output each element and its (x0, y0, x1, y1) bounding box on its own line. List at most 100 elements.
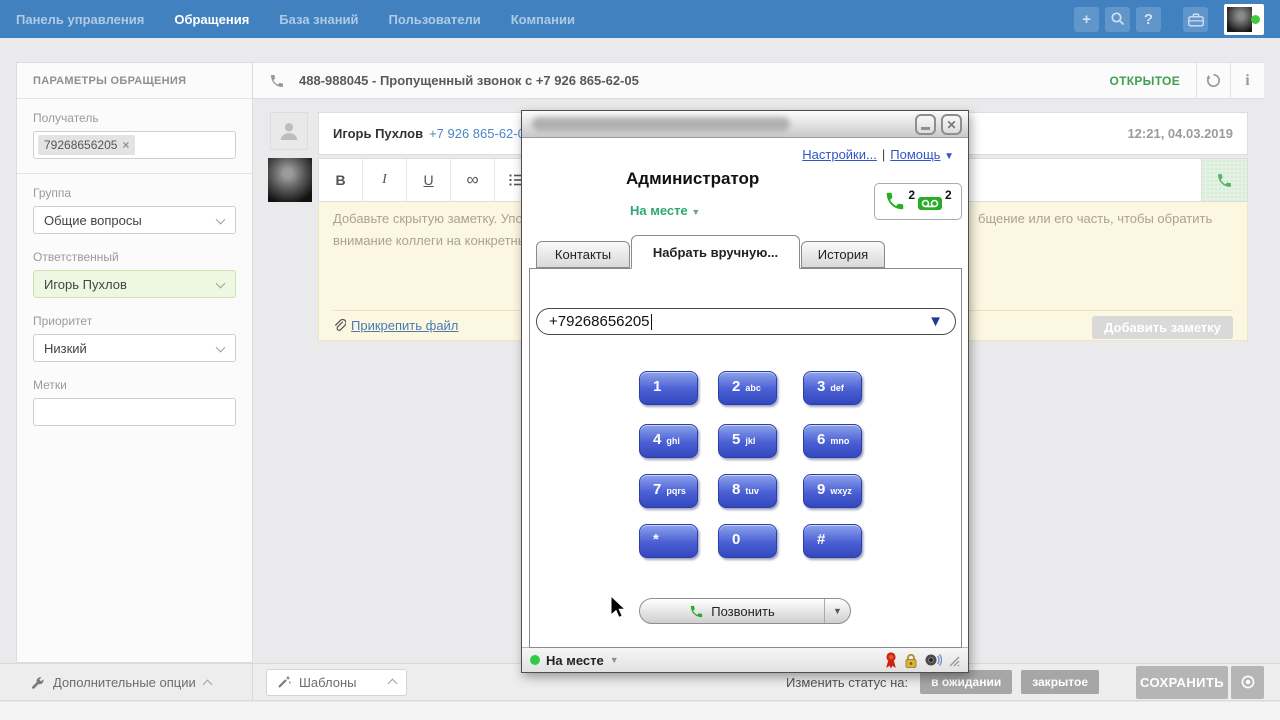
author-phone-link[interactable]: +7 926 865-62-05 (429, 126, 532, 141)
sidebar-title: ПАРАМЕТРЫ ОБРАЩЕНИЯ (17, 63, 252, 99)
dialpad-key-3[interactable]: 3 def (803, 371, 862, 405)
voicemail-icon (918, 197, 942, 210)
person-icon (280, 123, 298, 140)
softphone-titlebar[interactable]: ✕ (522, 111, 968, 138)
search-icon[interactable] (1105, 6, 1130, 32)
voicemail-count: 2 (945, 188, 952, 202)
nav-item-tickets[interactable]: Обращения (174, 12, 249, 27)
user-avatar[interactable] (1224, 3, 1264, 35)
add-note-button[interactable]: Добавить заметку (1092, 316, 1233, 339)
softphone-links: Настройки... | Помощь ▼ (802, 147, 954, 162)
dial-history-dropdown-icon[interactable]: ▼ (928, 313, 943, 330)
softphone-user-name: Администратор (626, 169, 760, 188)
change-status-label: Изменить статус на: (786, 674, 909, 690)
top-navbar: Панель управления Обращения База знаний … (0, 0, 1280, 38)
group-label: Группа (33, 186, 72, 200)
note-placeholder: Добавьте скрытую заметку. Упом (333, 211, 532, 226)
call-counters[interactable]: 2 2 (874, 183, 962, 220)
link-icon[interactable]: ∞ (451, 159, 495, 201)
app-window: Панель управления Обращения База знаний … (0, 0, 1280, 720)
paperclip-icon (334, 318, 346, 331)
ticket-header-actions: ОТКРЫТОЕ i (1109, 63, 1264, 98)
remove-tag-icon[interactable]: × (122, 138, 129, 152)
dialpad-key-hash[interactable]: # (803, 524, 862, 558)
dialpad-key-5[interactable]: 5 jkl (718, 424, 777, 458)
dialpad-key-star[interactable]: * (639, 524, 698, 558)
tags-input[interactable] (33, 398, 236, 426)
dialpad-key-6[interactable]: 6 mno (803, 424, 862, 458)
dialpad-key-9[interactable]: 9 wxyz (803, 474, 862, 508)
history-icon[interactable] (1196, 63, 1230, 98)
minimize-button[interactable] (915, 114, 936, 135)
help-link[interactable]: Помощь (890, 147, 940, 162)
statusbar-presence[interactable]: На месте (546, 653, 604, 668)
contact-avatar-placeholder (270, 112, 308, 150)
more-options-label: Дополнительные опции (53, 674, 196, 690)
call-button-main[interactable]: Позвонить (640, 604, 824, 619)
attach-file-link[interactable]: Прикрепить файл (333, 318, 458, 333)
info-icon[interactable]: i (1230, 63, 1264, 98)
tab-history[interactable]: История (801, 241, 885, 268)
chevron-down-icon (215, 214, 226, 225)
chevron-down-icon[interactable]: ▼ (944, 151, 954, 162)
divider: | (881, 147, 886, 162)
bold-button[interactable]: B (319, 159, 363, 201)
nav-item-users[interactable]: Пользователи (389, 12, 481, 27)
nav-item-dashboard[interactable]: Панель управления (16, 12, 144, 27)
ticket-header: 488-988045 - Пропущенный звонок с +7 926… (253, 62, 1264, 99)
chevron-down-icon: ▼ (691, 207, 701, 217)
speaker-icon[interactable] (924, 652, 942, 669)
text-caret (650, 313, 653, 330)
ticket-title: 488-988045 - Пропущенный звонок с +7 926… (299, 73, 639, 88)
lock-icon[interactable] (903, 652, 919, 669)
priority-select[interactable]: Низкий (33, 334, 236, 362)
recipient-input[interactable]: 79268656205 × (33, 131, 236, 159)
nav-item-companies[interactable]: Компании (511, 12, 575, 27)
resize-grip-icon[interactable] (947, 654, 960, 667)
call-options-dropdown[interactable]: ▼ (824, 599, 850, 623)
add-icon[interactable]: + (1074, 6, 1099, 32)
magic-wand-icon (278, 676, 291, 688)
tab-contacts[interactable]: Контакты (536, 241, 630, 268)
dialpad-key-2[interactable]: 2 abc (718, 371, 777, 405)
attach-file-label: Прикрепить файл (351, 318, 459, 333)
underline-button[interactable]: U (407, 159, 451, 201)
chevron-down-icon[interactable]: ▼ (610, 655, 619, 665)
ticket-status-badge[interactable]: ОТКРЫТОЕ (1109, 74, 1180, 88)
more-options-toggle[interactable]: Дополнительные опции (0, 664, 253, 700)
phone-icon (887, 192, 904, 210)
templates-button[interactable]: Шаблоны (266, 668, 407, 696)
group-select[interactable]: Общие вопросы (33, 206, 236, 234)
tab-manual-dial[interactable]: Набрать вручную... (631, 235, 800, 269)
briefcase-icon[interactable] (1183, 6, 1208, 32)
presence-dot (530, 655, 540, 665)
dialpad-key-7[interactable]: 7 pqrs (639, 474, 698, 508)
save-options-button[interactable] (1231, 665, 1264, 699)
softphone-statusbar: На месте ▼ (522, 647, 968, 672)
chevron-down-icon (215, 342, 226, 353)
status-closed-button[interactable]: закрытое (1021, 670, 1099, 694)
presence-status-select[interactable]: На месте ▼ (630, 203, 700, 218)
help-icon[interactable]: ? (1136, 6, 1161, 32)
dialpad-key-4[interactable]: 4 ghi (639, 424, 698, 458)
fields-section: Группа Общие вопросы Ответственный Игорь… (17, 174, 252, 440)
dial-number-input[interactable]: +79268656205 ▼ (536, 308, 956, 335)
italic-button[interactable]: I (363, 159, 407, 201)
call-contact-button[interactable] (1201, 159, 1247, 201)
close-icon[interactable]: ✕ (941, 114, 962, 135)
certificate-ribbon-icon[interactable] (884, 651, 898, 669)
author-name: Игорь Пухлов (333, 126, 424, 141)
recipient-tag-value: 79268656205 (44, 138, 118, 152)
status-pending-button[interactable]: в ожидании (920, 670, 1013, 694)
mouse-cursor (610, 596, 627, 619)
call-button[interactable]: Позвонить ▼ (639, 598, 851, 624)
dialpad-key-1[interactable]: 1 (639, 371, 698, 405)
dialpad-key-8[interactable]: 8 tuv (718, 474, 777, 508)
save-button[interactable]: СОХРАНИТЬ (1136, 665, 1228, 699)
assignee-label: Ответственный (33, 250, 119, 264)
assignee-select[interactable]: Игорь Пухлов (33, 270, 236, 298)
message-timestamp: 12:21, 04.03.2019 (1127, 126, 1233, 141)
settings-link[interactable]: Настройки... (802, 147, 877, 162)
nav-item-knowledge-base[interactable]: База знаний (279, 12, 358, 27)
dialpad-key-0[interactable]: 0 (718, 524, 777, 558)
